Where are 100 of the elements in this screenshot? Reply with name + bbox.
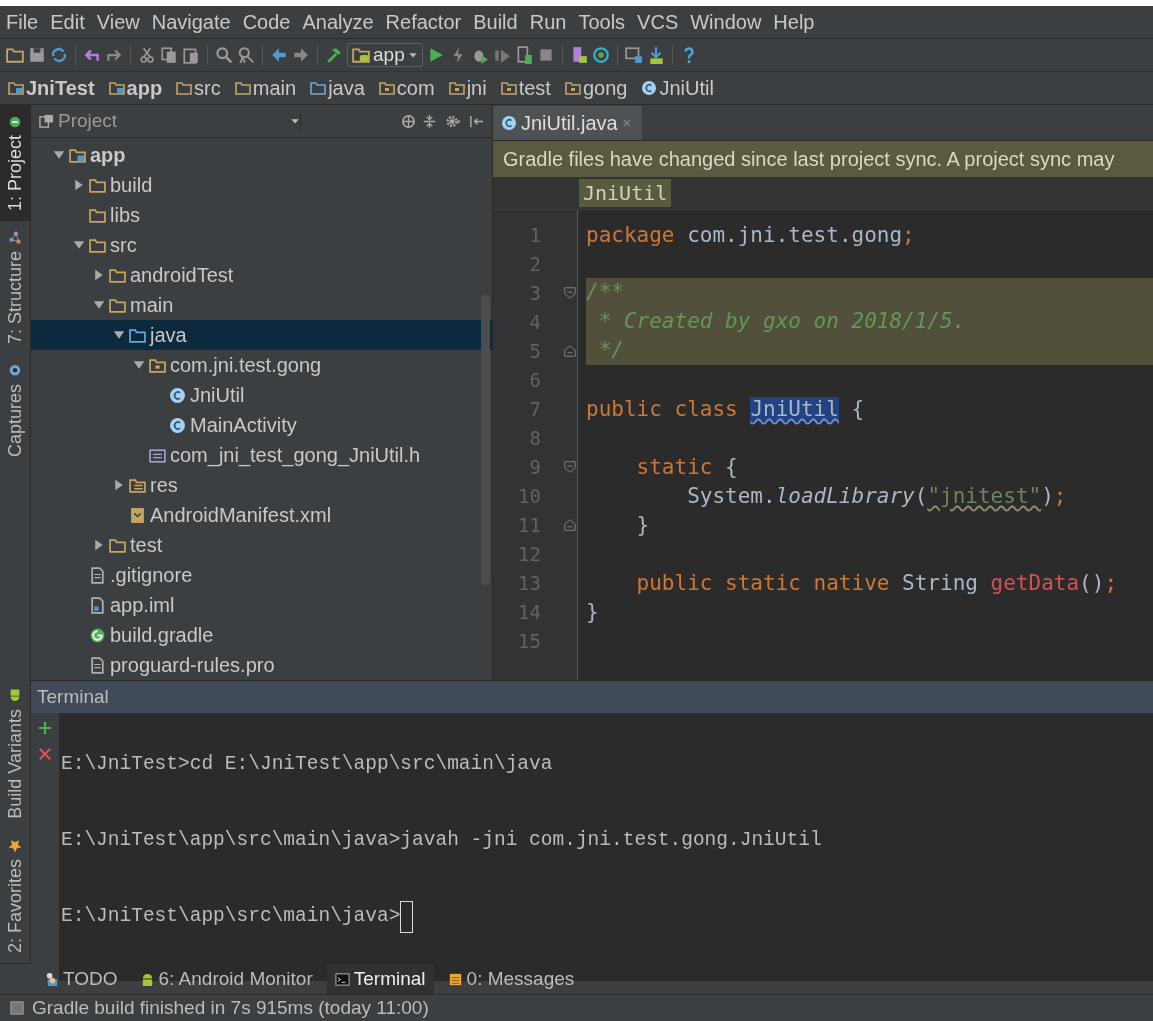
tree-item[interactable]: app.iml	[31, 590, 492, 620]
breadcrumb-item[interactable]: java	[310, 76, 379, 100]
tree-item[interactable]: res	[31, 470, 492, 500]
sdk-icon[interactable]	[591, 46, 610, 64]
open-folder-icon[interactable]	[6, 46, 24, 64]
breadcrumb-item[interactable]: jni	[448, 76, 501, 100]
tree-item[interactable]: src	[31, 230, 492, 260]
add-icon[interactable]	[38, 721, 52, 735]
back-arrow-icon[interactable]	[270, 46, 288, 64]
breadcrumb-item[interactable]: JniUtil	[579, 179, 672, 207]
package-folder-icon	[149, 356, 166, 374]
tool-window-tab[interactable]: 6: Android Monitor	[131, 964, 321, 994]
breadcrumb-item[interactable]: JniUtil	[641, 76, 728, 100]
module-folder-icon	[108, 80, 125, 96]
tree-item[interactable]: libs	[31, 200, 492, 230]
scrollbar[interactable]	[481, 295, 490, 585]
crosshair-icon[interactable]	[401, 113, 416, 129]
menu-item[interactable]: File	[6, 10, 39, 34]
breadcrumb-item[interactable]: com	[378, 76, 449, 100]
fold-marker-icon[interactable]	[562, 459, 577, 474]
folder-icon	[89, 176, 106, 194]
tree-item[interactable]: build.gradle	[31, 620, 492, 650]
menu-item[interactable]: Code	[242, 10, 291, 34]
folder-icon	[176, 80, 193, 96]
expanded-arrow-icon[interactable]	[93, 299, 105, 311]
tree-item[interactable]: JniUtil	[31, 380, 492, 410]
search-icon[interactable]	[215, 46, 233, 64]
menu-item[interactable]: Navigate	[151, 10, 231, 34]
tree-item[interactable]: app	[31, 140, 492, 170]
sync-icon[interactable]	[50, 46, 68, 64]
tree-item[interactable]: test	[31, 530, 492, 560]
close-icon[interactable]	[621, 118, 632, 128]
tree-item[interactable]: androidTest	[31, 260, 492, 290]
tree-item[interactable]: MainActivity	[31, 410, 492, 440]
tree-item[interactable]: build	[31, 170, 492, 200]
code-line: }	[635, 512, 650, 537]
module-folder-icon	[8, 80, 24, 96]
package-folder-icon	[378, 80, 395, 96]
file-tab[interactable]: JniUtil.java	[493, 106, 642, 140]
forward-arrow-icon[interactable]	[292, 46, 310, 64]
hide-panel-icon[interactable]	[469, 113, 484, 129]
tree-item[interactable]: AndroidManifest.xml	[31, 500, 492, 530]
terminal-icon	[334, 971, 350, 987]
tool-window-tab[interactable]: 2: Favorites	[0, 828, 30, 963]
collapsed-arrow-icon[interactable]	[93, 539, 105, 551]
close-icon[interactable]	[38, 747, 52, 761]
menu-item[interactable]: Run	[529, 10, 567, 34]
fold-marker-icon[interactable]	[562, 285, 577, 300]
expanded-arrow-icon[interactable]	[113, 329, 125, 341]
tool-window-tab[interactable]: Terminal	[326, 964, 434, 994]
tool-window-tab[interactable]: TODO	[36, 964, 126, 994]
run-config-dropdown[interactable]: app	[347, 43, 423, 67]
panel-title-dropdown[interactable]: Project	[39, 110, 300, 132]
fold-marker-icon[interactable]	[562, 343, 577, 358]
breadcrumb-item[interactable]: gong	[564, 76, 642, 100]
tree-item[interactable]: com_jni_test_gong_JniUtil.h	[31, 440, 492, 470]
menu-item[interactable]: Tools	[578, 10, 626, 34]
collapsed-arrow-icon[interactable]	[73, 179, 85, 191]
tool-window-tab[interactable]: 7: Structure	[0, 221, 30, 355]
menu-item[interactable]: View	[96, 10, 140, 34]
save-icon[interactable]	[28, 46, 46, 64]
menu-item[interactable]: Analyze	[302, 10, 374, 34]
copy-icon[interactable]	[160, 46, 178, 64]
tree-item[interactable]: main	[31, 290, 492, 320]
tree-item[interactable]: proguard-rules.pro	[31, 650, 492, 680]
menu-item[interactable]: Edit	[50, 10, 85, 34]
menu-item[interactable]: VCS	[637, 10, 679, 34]
window-icon[interactable]	[624, 46, 643, 64]
breadcrumb-item[interactable]: main	[234, 76, 311, 100]
menu-item[interactable]: Help	[773, 10, 815, 34]
menu-item[interactable]: Window	[690, 10, 762, 34]
expanded-arrow-icon[interactable]	[133, 359, 145, 371]
folder-icon	[109, 536, 126, 554]
folder-icon	[89, 206, 106, 224]
menu-item[interactable]: Build	[473, 10, 518, 34]
collapsed-arrow-icon[interactable]	[93, 269, 105, 281]
breadcrumb-item[interactable]: src	[176, 76, 235, 100]
code-line: package com.jni.test.gong;	[586, 222, 915, 247]
scissors-icon[interactable]	[138, 46, 156, 64]
expanded-arrow-icon[interactable]	[53, 149, 65, 161]
breadcrumb-item[interactable]: test	[500, 76, 565, 100]
tree-item[interactable]: java	[31, 320, 492, 350]
tool-window-tab[interactable]: 1: Project	[0, 105, 30, 222]
paste-icon[interactable]	[182, 46, 200, 64]
tree-item[interactable]: .gitignore	[31, 560, 492, 590]
fold-marker-icon[interactable]	[562, 517, 577, 532]
tool-window-tab[interactable]: 0: Messages	[439, 964, 583, 994]
collapsed-arrow-icon[interactable]	[113, 479, 125, 491]
hammer-icon[interactable]	[325, 46, 343, 64]
expanded-arrow-icon[interactable]	[73, 239, 85, 251]
tool-window-tab[interactable]: Captures	[0, 354, 30, 468]
code-line: }	[586, 599, 599, 624]
tool-window-tab[interactable]: Build Variants	[0, 679, 30, 829]
menu-item[interactable]: Refactor	[385, 10, 462, 34]
breadcrumb-item[interactable]: JniTest	[8, 76, 109, 100]
code-editor[interactable]	[493, 210, 1153, 680]
tree-item[interactable]: com.jni.test.gong	[31, 350, 492, 380]
breadcrumb-item[interactable]: app	[108, 76, 177, 100]
search-replace-icon[interactable]	[237, 46, 255, 64]
collapse-icon[interactable]	[422, 113, 437, 129]
